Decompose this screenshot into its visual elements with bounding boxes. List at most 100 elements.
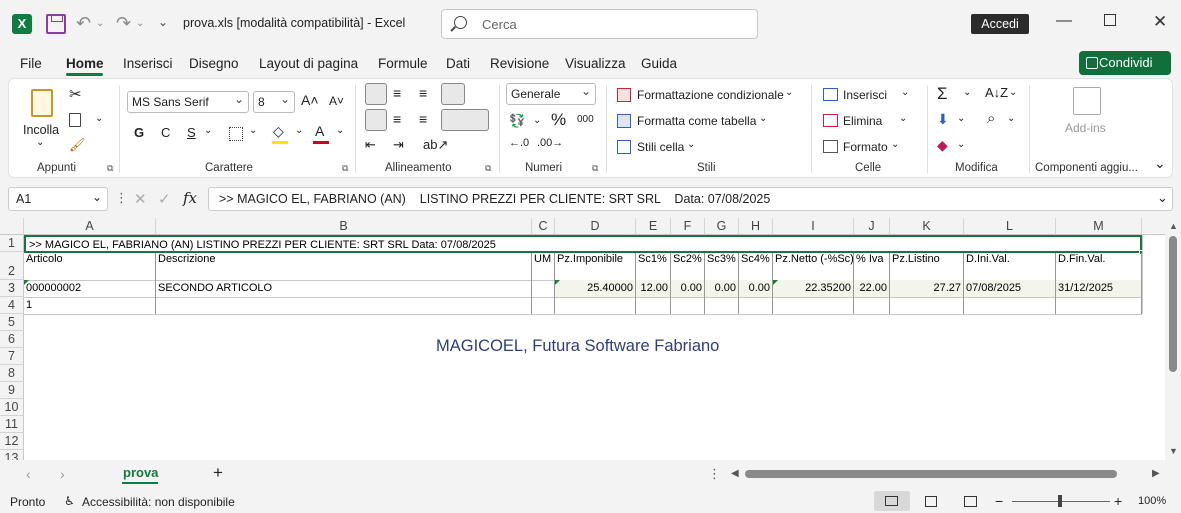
customize-qat-icon[interactable]: ⌄: [158, 15, 168, 29]
tab-visualizza[interactable]: Visualizza: [565, 56, 626, 71]
row-header-3[interactable]: 3: [0, 280, 24, 297]
row-header-11[interactable]: 11: [0, 416, 24, 433]
delete-cells-button[interactable]: Elimina: [843, 114, 882, 128]
allineamento-launcher-icon[interactable]: ⧉: [485, 163, 491, 174]
number-format-select[interactable]: Generale: [506, 81, 596, 105]
cell-f4[interactable]: [671, 297, 705, 314]
column-header-a[interactable]: A: [24, 218, 156, 235]
search-box[interactable]: Cerca: [441, 9, 758, 39]
underline-dropdown-icon[interactable]: ⌄: [204, 125, 212, 136]
cell-k4[interactable]: [890, 297, 964, 314]
header-pz-netto[interactable]: Pz.Netto (-%Sc): [773, 253, 854, 280]
header-pz-listino[interactable]: Pz.Listino: [890, 253, 964, 280]
column-header-e[interactable]: E: [636, 218, 671, 235]
name-box-dropdown-icon[interactable]: ⌄: [92, 190, 102, 204]
accessibility-icon[interactable]: ♿: [64, 494, 75, 508]
decrease-decimal-icon[interactable]: .00→: [537, 137, 563, 149]
row-header-13[interactable]: 13: [0, 450, 24, 460]
delete-dropdown-icon[interactable]: ⌄: [899, 113, 907, 124]
column-header-h[interactable]: H: [739, 218, 773, 235]
appunti-launcher-icon[interactable]: ⧉: [107, 163, 113, 174]
column-header-m[interactable]: M: [1056, 218, 1142, 235]
cell-sc1[interactable]: 12.00: [636, 280, 671, 297]
redo-icon[interactable]: ↷: [116, 13, 131, 34]
redo-dropdown-icon[interactable]: ⌄: [136, 18, 144, 29]
cell-a1[interactable]: >> MAGICO EL, FABRIANO (AN) LISTINO PREZ…: [24, 235, 1142, 253]
sign-in-button[interactable]: Accedi: [971, 14, 1029, 34]
row-header-2[interactable]: 2: [0, 252, 24, 280]
header-sc2[interactable]: Sc2%: [671, 253, 705, 280]
conditional-format-button[interactable]: Formattazione condizionale: [637, 88, 784, 102]
align-left-icon[interactable]: [365, 109, 387, 131]
cell-descrizione[interactable]: SECONDO ARTICOLO: [156, 280, 532, 297]
clear-dropdown-icon[interactable]: ⌄: [957, 139, 965, 150]
font-color-icon[interactable]: A: [315, 123, 324, 139]
undo-dropdown-icon[interactable]: ⌄: [96, 18, 104, 29]
cell-h4[interactable]: [739, 297, 773, 314]
find-dropdown-icon[interactable]: ⌄: [1007, 113, 1015, 124]
paste-icon[interactable]: [31, 89, 53, 117]
tab-layout[interactable]: Layout di pagina: [259, 56, 358, 71]
header-sc4[interactable]: Sc4%: [739, 253, 773, 280]
increase-decimal-icon[interactable]: ←.0: [509, 137, 529, 149]
tab-disegno[interactable]: Disegno: [189, 56, 239, 71]
vertical-scroll-thumb[interactable]: [1169, 236, 1177, 372]
increase-font-icon[interactable]: A˄: [301, 92, 319, 108]
fill-color-icon[interactable]: ◇: [273, 123, 284, 140]
minimize-icon[interactable]: —: [1056, 12, 1072, 30]
wrap-text-icon[interactable]: [441, 83, 465, 105]
format-painter-icon[interactable]: 🖌: [69, 137, 86, 153]
header-sc3[interactable]: Sc3%: [705, 253, 739, 280]
underline-button[interactable]: S: [187, 125, 196, 140]
orientation-icon[interactable]: ab↗: [423, 137, 448, 153]
column-header-f[interactable]: F: [671, 218, 705, 235]
accessibility-status[interactable]: Accessibilità: non disponibile: [82, 495, 235, 509]
add-sheet-button[interactable]: +: [213, 463, 223, 483]
prev-sheet-icon[interactable]: ‹: [26, 466, 31, 482]
horizontal-scroll-thumb[interactable]: [745, 470, 1117, 478]
scroll-up-icon[interactable]: ▲: [1169, 221, 1178, 231]
cell-a4[interactable]: 1: [24, 297, 156, 314]
tabs-options-icon[interactable]: ⋮: [708, 466, 721, 482]
zoom-slider-thumb[interactable]: [1058, 495, 1062, 507]
next-sheet-icon[interactable]: ›: [60, 466, 65, 482]
enter-icon[interactable]: ✓: [158, 190, 171, 208]
zoom-out-icon[interactable]: −: [995, 493, 1003, 509]
cell-styles-dropdown-icon[interactable]: ⌄: [687, 139, 695, 150]
font-size-select[interactable]: 8: [253, 89, 295, 113]
carattere-launcher-icon[interactable]: ⧉: [342, 163, 348, 174]
collapse-ribbon-icon[interactable]: ⌄: [1154, 155, 1166, 172]
column-header-g[interactable]: G: [705, 218, 739, 235]
header-articolo[interactable]: Articolo: [24, 253, 156, 280]
autosum-dropdown-icon[interactable]: ⌄: [963, 87, 971, 98]
sheet-tab-prova[interactable]: prova: [123, 465, 158, 480]
header-d-fin-val[interactable]: D.Fin.Val.: [1056, 253, 1142, 280]
column-header-l[interactable]: L: [964, 218, 1056, 235]
cell-sc3[interactable]: 0.00: [705, 280, 739, 297]
zoom-level[interactable]: 100%: [1138, 495, 1166, 507]
close-icon[interactable]: ✕: [1153, 12, 1167, 32]
cell-pz-imponibile[interactable]: 25.40000: [555, 280, 636, 297]
row-header-6[interactable]: 6: [0, 331, 24, 348]
header-pz-imponibile[interactable]: Pz.Imponibile: [555, 253, 636, 280]
header-sc1[interactable]: Sc1%: [636, 253, 671, 280]
cell-e4[interactable]: [636, 297, 671, 314]
header-um[interactable]: UM: [532, 253, 555, 280]
accounting-dropdown-icon[interactable]: ⌄: [533, 115, 541, 126]
cell-sc4[interactable]: 0.00: [739, 280, 773, 297]
sort-filter-dropdown-icon[interactable]: ⌄: [1009, 87, 1017, 98]
align-right-icon[interactable]: ≡: [419, 111, 427, 127]
percent-button[interactable]: %: [551, 110, 566, 130]
header-d-ini-val[interactable]: D.Ini.Val.: [964, 253, 1056, 280]
fill-dropdown-icon[interactable]: ⌄: [295, 125, 303, 136]
thousands-button[interactable]: 000: [577, 114, 594, 125]
merge-center-icon[interactable]: [441, 109, 489, 131]
cell-um[interactable]: [532, 280, 555, 297]
row-header-9[interactable]: 9: [0, 382, 24, 399]
page-layout-icon[interactable]: [925, 496, 937, 507]
column-header-c[interactable]: C: [532, 218, 555, 235]
scroll-down-icon[interactable]: ▼: [1169, 446, 1178, 456]
row-header-4[interactable]: 4: [0, 297, 24, 314]
paste-dropdown-icon[interactable]: ⌄: [36, 137, 44, 148]
row-header-5[interactable]: 5: [0, 314, 24, 331]
